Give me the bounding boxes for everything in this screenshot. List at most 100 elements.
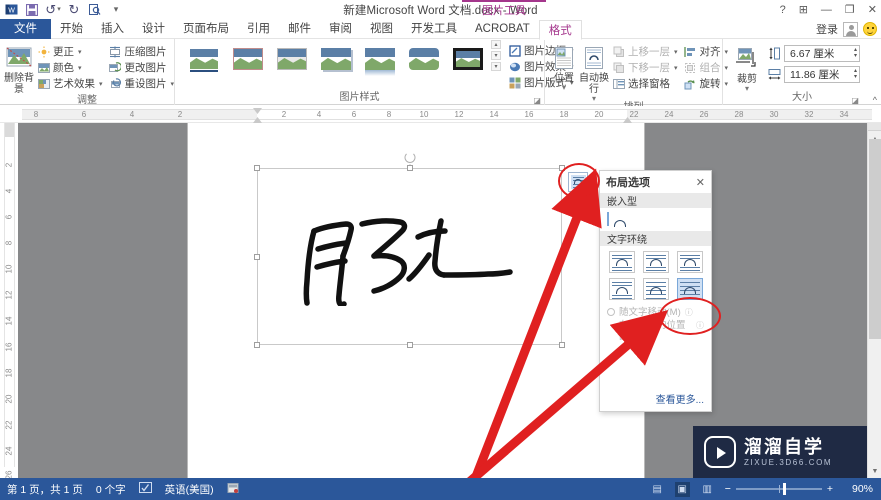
- height-spinner[interactable]: ▴ ▾: [854, 47, 857, 59]
- spelling-check-icon[interactable]: [138, 482, 152, 496]
- avatar[interactable]: [843, 21, 858, 37]
- tab-insert[interactable]: 插入: [92, 19, 133, 39]
- size-dialog-launcher[interactable]: ◪: [851, 96, 859, 105]
- compress-pictures-icon: [109, 45, 122, 58]
- change-picture-button[interactable]: 更改图片: [106, 60, 178, 75]
- horizontal-ruler[interactable]: L 8 6 4 2 2 4 6 8 10 12 14 16 18 20 22 2…: [0, 106, 881, 229]
- compress-pictures-button[interactable]: 压缩图片: [106, 44, 178, 59]
- selected-picture-frame[interactable]: [254, 152, 565, 348]
- web-layout-view-button[interactable]: ▥: [700, 482, 715, 497]
- tab-page-layout[interactable]: 页面布局: [174, 19, 238, 39]
- send-backward-button[interactable]: 下移一层 ▾: [609, 60, 681, 75]
- wrap-option-square-cell[interactable]: [606, 250, 637, 274]
- tab-home[interactable]: 开始: [51, 19, 92, 39]
- close-button[interactable]: ✕: [868, 3, 877, 16]
- wrap-option-inline[interactable]: [607, 212, 626, 227]
- wrap-option-through-cell[interactable]: [674, 250, 705, 274]
- gallery-scroll-down-icon[interactable]: ▾: [491, 51, 501, 60]
- picture-styles-gallery[interactable]: [179, 40, 489, 77]
- corrections-button[interactable]: 更正 ▾: [34, 44, 106, 59]
- picture-style-6[interactable]: [405, 44, 443, 74]
- rotation-handle[interactable]: [404, 152, 415, 170]
- vertical-ruler[interactable]: 2 4 6 8 10 12 14 16 18 20 22 24 26: [0, 123, 18, 479]
- wrap-option-behind-cell[interactable]: [640, 277, 671, 301]
- scrollbar-thumb[interactable]: [869, 139, 881, 339]
- v-tick: 18: [4, 368, 14, 378]
- shape-width-input[interactable]: 11.86 厘米 ▴ ▾: [784, 66, 860, 83]
- ribbon-display-options-button[interactable]: ⊞: [799, 3, 808, 16]
- zoom-slider[interactable]: − +: [725, 483, 833, 495]
- gallery-scroll-up-icon[interactable]: ▴: [491, 40, 501, 49]
- scroll-down-icon[interactable]: ▼: [868, 464, 881, 478]
- h-tick: 6: [351, 110, 357, 119]
- signature-image[interactable]: [288, 211, 538, 306]
- zoom-in-button[interactable]: +: [827, 483, 833, 495]
- resize-handle-w[interactable]: [254, 253, 260, 260]
- width-icon: [767, 68, 781, 82]
- layout-options-panel[interactable]: 布局选项 ✕ 嵌入型 文字环绕 随文字移动(M) ⓘ 在页面上的位置固定(N) …: [599, 170, 712, 412]
- read-mode-view-button[interactable]: ▤: [650, 482, 665, 497]
- h-tick: 2: [177, 110, 183, 119]
- tab-references[interactable]: 引用: [238, 19, 279, 39]
- language-indicator[interactable]: 英语(美国): [165, 482, 214, 497]
- picture-style-4[interactable]: [317, 44, 355, 74]
- collapse-ribbon-button[interactable]: ^: [873, 95, 877, 105]
- see-more-link[interactable]: 查看更多...: [656, 391, 704, 406]
- zoom-slider-track[interactable]: [735, 483, 822, 495]
- bring-forward-button[interactable]: 上移一层 ▾: [609, 44, 681, 59]
- picture-border-icon: [508, 44, 521, 57]
- resize-handle-e[interactable]: [559, 253, 565, 260]
- resize-handle-s[interactable]: [406, 342, 413, 348]
- macro-record-icon[interactable]: [227, 482, 239, 497]
- picture-style-7[interactable]: [449, 44, 487, 74]
- print-layout-view-button[interactable]: ▣: [674, 481, 690, 497]
- picture-style-2[interactable]: [229, 44, 267, 74]
- gallery-scroll-controls[interactable]: ▴ ▾ ▾: [489, 40, 501, 71]
- zoom-level[interactable]: 90%: [843, 483, 873, 495]
- layout-options-close-icon[interactable]: ✕: [696, 176, 705, 189]
- tab-acrobat[interactable]: ACROBAT: [466, 19, 539, 39]
- tab-developer[interactable]: 开发工具: [402, 19, 466, 39]
- signin-label[interactable]: 登录: [816, 21, 838, 37]
- play-button-icon: [704, 436, 736, 468]
- help-button[interactable]: ?: [780, 4, 786, 16]
- reset-picture-button[interactable]: 重设图片 ▾: [106, 76, 178, 91]
- picture-style-1[interactable]: [185, 44, 223, 74]
- resize-handle-se[interactable]: [559, 342, 565, 348]
- crop-button[interactable]: 裁剪 ▾: [727, 42, 767, 93]
- minimize-button[interactable]: —: [821, 4, 832, 16]
- tab-format[interactable]: 格式: [538, 20, 582, 40]
- feedback-smiley-icon[interactable]: [863, 22, 877, 36]
- selection-pane-button[interactable]: 选择窗格: [609, 76, 681, 91]
- artistic-effects-button[interactable]: 艺术效果 ▾: [34, 76, 106, 91]
- resize-handle-nw[interactable]: [254, 165, 260, 171]
- radio-move-with-text[interactable]: [607, 308, 615, 316]
- remove-background-button[interactable]: 删除背景: [4, 41, 34, 95]
- zoom-out-button[interactable]: −: [725, 483, 731, 495]
- split-window-handle[interactable]: [868, 123, 881, 131]
- tab-review[interactable]: 审阅: [320, 19, 361, 39]
- shape-height-input[interactable]: 6.67 厘米 ▴ ▾: [784, 45, 860, 62]
- picture-style-5[interactable]: [361, 44, 399, 77]
- tab-view[interactable]: 视图: [361, 19, 402, 39]
- tab-file[interactable]: 文件: [0, 19, 51, 39]
- zoom-slider-knob[interactable]: [782, 483, 786, 495]
- wrap-option-tight-cell[interactable]: [640, 250, 671, 274]
- maximize-button[interactable]: ❐: [845, 3, 855, 16]
- tab-design[interactable]: 设计: [133, 19, 174, 39]
- resize-handle-n[interactable]: [406, 165, 413, 171]
- picture-style-3[interactable]: [273, 44, 311, 74]
- tab-mailings[interactable]: 邮件: [279, 19, 320, 39]
- resize-handle-sw[interactable]: [254, 342, 260, 348]
- color-button[interactable]: 颜色 ▾: [34, 60, 106, 75]
- h-tick: 30: [769, 110, 779, 119]
- page-indicator[interactable]: 第 1 页，共 1 页: [7, 482, 83, 497]
- gallery-more-icon[interactable]: ▾: [491, 62, 501, 71]
- wrap-text-button[interactable]: 自动换行 ▾: [579, 41, 609, 103]
- position-button[interactable]: 位置 ▾: [549, 41, 579, 92]
- picture-styles-dialog-launcher[interactable]: ◪: [533, 96, 541, 105]
- wrap-option-topbottom-cell[interactable]: [606, 277, 637, 301]
- vertical-scrollbar[interactable]: ▲ ▼: [867, 123, 881, 478]
- word-count[interactable]: 0 个字: [96, 482, 126, 497]
- width-spinner[interactable]: ▴ ▾: [854, 68, 857, 80]
